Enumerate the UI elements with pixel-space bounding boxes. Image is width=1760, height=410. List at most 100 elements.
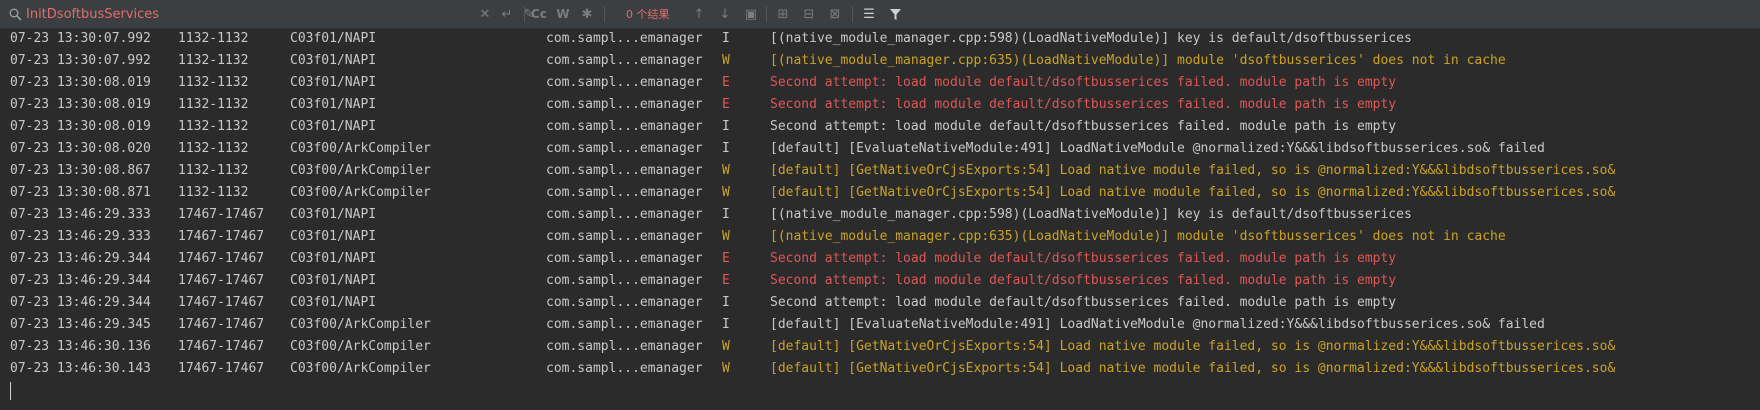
previous-match-icon[interactable]: ↑ bbox=[688, 0, 710, 28]
toolbar-divider bbox=[524, 6, 525, 22]
log-message: [default] [EvaluateNativeModule:491] Loa… bbox=[770, 141, 1545, 156]
log-row[interactable]: 07-23 13:30:08.020 1132-1132 C03f00/ArkCom… bbox=[0, 138, 1760, 160]
log-message: Second attempt: load module default/dsof… bbox=[770, 97, 1397, 112]
log-time: 07-23 13:46:30.143 bbox=[10, 361, 151, 376]
search-input[interactable] bbox=[26, 4, 466, 24]
log-pid: 17467-17467 bbox=[178, 317, 265, 332]
log-toolbar: ✕ ↵ ✎ Cc W ✱ 0 个结果 ↑ ↓ ▣ ⊞ ⊟ ⊠ ☰ bbox=[0, 0, 1760, 29]
log-time: 07-23 13:30:08.867 bbox=[10, 163, 151, 178]
log-row[interactable]: 07-23 13:46:30.143 17467-17467 C03f00/ArkC… bbox=[0, 358, 1760, 380]
log-row[interactable]: 07-23 13:30:07.992 1132-1132 C03f01/NAPI co… bbox=[0, 50, 1760, 72]
log-level: I bbox=[722, 141, 730, 156]
log-level: E bbox=[722, 251, 730, 266]
log-message: Second attempt: load module default/dsof… bbox=[770, 273, 1397, 288]
log-package: com.sampl...emanager bbox=[546, 251, 703, 266]
log-level: W bbox=[722, 185, 730, 200]
log-time: 07-23 13:30:08.020 bbox=[10, 141, 151, 156]
log-tag: C03f00/ArkCompiler bbox=[290, 163, 431, 178]
log-row[interactable]: 07-23 13:46:29.344 17467-17467 C03f01/NAPI… bbox=[0, 248, 1760, 270]
log-level: W bbox=[722, 361, 730, 376]
log-message: [default] [EvaluateNativeModule:491] Loa… bbox=[770, 317, 1545, 332]
log-level: I bbox=[722, 295, 730, 310]
log-row[interactable]: 07-23 13:46:29.333 17467-17467 C03f01/NAPI… bbox=[0, 226, 1760, 248]
select-all-matches-icon[interactable]: ▣ bbox=[740, 0, 762, 28]
log-message: [(native_module_manager.cpp:635)(LoadNat… bbox=[770, 229, 1506, 244]
log-row[interactable]: 07-23 13:30:07.992 1132-1132 C03f01/NAPI co… bbox=[0, 28, 1760, 50]
log-package: com.sampl...emanager bbox=[546, 97, 703, 112]
log-tag: C03f01/NAPI bbox=[290, 207, 377, 222]
log-package: com.sampl...emanager bbox=[546, 207, 703, 222]
log-message: [default] [GetNativeOrCjsExports:54] Loa… bbox=[770, 163, 1616, 178]
log-pid: 1132-1132 bbox=[178, 75, 249, 90]
search-icon[interactable] bbox=[6, 0, 24, 28]
log-pid: 17467-17467 bbox=[178, 229, 265, 244]
log-row[interactable]: 07-23 13:46:30.136 17467-17467 C03f00/ArkC… bbox=[0, 336, 1760, 358]
filter-icon[interactable] bbox=[884, 0, 906, 28]
log-level: I bbox=[722, 119, 730, 134]
log-tag: C03f01/NAPI bbox=[290, 31, 377, 46]
log-time: 07-23 13:46:29.344 bbox=[10, 295, 151, 310]
log-row[interactable]: 07-23 13:46:29.333 17467-17467 C03f01/NAPI… bbox=[0, 204, 1760, 226]
log-row[interactable]: 07-23 13:30:08.867 1132-1132 C03f00/ArkCom… bbox=[0, 160, 1760, 182]
next-match-icon[interactable]: ↓ bbox=[714, 0, 736, 28]
log-message: [(native_module_manager.cpp:598)(LoadNat… bbox=[770, 31, 1412, 46]
log-package: com.sampl...emanager bbox=[546, 75, 703, 90]
log-row[interactable]: 07-23 13:46:29.345 17467-17467 C03f00/ArkC… bbox=[0, 314, 1760, 336]
log-row[interactable]: 07-23 13:30:08.019 1132-1132 C03f01/NAPI co… bbox=[0, 116, 1760, 138]
log-time: 07-23 13:30:08.871 bbox=[10, 185, 151, 200]
whole-word-button[interactable]: W bbox=[552, 0, 574, 28]
text-cursor bbox=[10, 382, 11, 400]
log-pid: 1132-1132 bbox=[178, 185, 249, 200]
log-tag: C03f00/ArkCompiler bbox=[290, 185, 431, 200]
regex-icon[interactable]: ✱ bbox=[576, 0, 598, 28]
log-pid: 17467-17467 bbox=[178, 339, 265, 354]
log-pid: 1132-1132 bbox=[178, 119, 249, 134]
add-occurrence-icon[interactable]: ⊞ bbox=[772, 0, 794, 28]
log-pid: 17467-17467 bbox=[178, 295, 265, 310]
soft-wrap-icon[interactable]: ☰ bbox=[858, 0, 880, 28]
exclude-occurrence-icon[interactable]: ⊠ bbox=[824, 0, 846, 28]
log-time: 07-23 13:46:29.333 bbox=[10, 207, 151, 222]
log-package: com.sampl...emanager bbox=[546, 163, 703, 178]
log-time: 07-23 13:30:08.019 bbox=[10, 75, 151, 90]
log-row[interactable]: 07-23 13:46:29.344 17467-17467 C03f01/NAPI… bbox=[0, 270, 1760, 292]
log-package: com.sampl...emanager bbox=[546, 53, 703, 68]
log-message: Second attempt: load module default/dsof… bbox=[770, 75, 1397, 90]
log-package: com.sampl...emanager bbox=[546, 185, 703, 200]
remove-occurrence-icon[interactable]: ⊟ bbox=[798, 0, 820, 28]
log-tag: C03f01/NAPI bbox=[290, 53, 377, 68]
log-time: 07-23 13:30:07.992 bbox=[10, 53, 151, 68]
log-row[interactable]: 07-23 13:30:08.871 1132-1132 C03f00/ArkCom… bbox=[0, 182, 1760, 204]
log-time: 07-23 13:46:29.333 bbox=[10, 229, 151, 244]
log-time: 07-23 13:30:07.992 bbox=[10, 31, 151, 46]
log-time: 07-23 13:30:08.019 bbox=[10, 119, 151, 134]
log-tag: C03f00/ArkCompiler bbox=[290, 361, 431, 376]
log-tag: C03f00/ArkCompiler bbox=[290, 317, 431, 332]
log-tag: C03f01/NAPI bbox=[290, 229, 377, 244]
log-pid: 17467-17467 bbox=[178, 361, 265, 376]
log-time: 07-23 13:46:29.344 bbox=[10, 273, 151, 288]
enter-icon[interactable]: ↵ bbox=[496, 0, 518, 28]
log-row[interactable]: 07-23 13:30:08.019 1132-1132 C03f01/NAPI co… bbox=[0, 72, 1760, 94]
match-case-button[interactable]: Cc bbox=[528, 0, 550, 28]
toolbar-divider bbox=[852, 6, 853, 22]
log-message: [default] [GetNativeOrCjsExports:54] Loa… bbox=[770, 185, 1616, 200]
log-level: I bbox=[722, 317, 730, 332]
log-message: [default] [GetNativeOrCjsExports:54] Loa… bbox=[770, 361, 1616, 376]
log-row[interactable]: 07-23 13:30:08.019 1132-1132 C03f01/NAPI co… bbox=[0, 94, 1760, 116]
log-level: E bbox=[722, 97, 730, 112]
log-tag: C03f01/NAPI bbox=[290, 75, 377, 90]
log-tag: C03f00/ArkCompiler bbox=[290, 141, 431, 156]
clear-search-icon[interactable]: ✕ bbox=[474, 0, 496, 28]
log-message: [default] [GetNativeOrCjsExports:54] Loa… bbox=[770, 339, 1616, 354]
log-tag: C03f01/NAPI bbox=[290, 273, 377, 288]
log-package: com.sampl...emanager bbox=[546, 317, 703, 332]
log-pid: 1132-1132 bbox=[178, 141, 249, 156]
log-package: com.sampl...emanager bbox=[546, 361, 703, 376]
log-pid: 1132-1132 bbox=[178, 31, 249, 46]
log-level: W bbox=[722, 339, 730, 354]
log-level: I bbox=[722, 207, 730, 222]
log-output[interactable]: 07-23 13:30:07.992 1132-1132 C03f01/NAPI co… bbox=[0, 28, 1760, 380]
log-row[interactable]: 07-23 13:46:29.344 17467-17467 C03f01/NAPI… bbox=[0, 292, 1760, 314]
toolbar-divider bbox=[604, 6, 605, 22]
